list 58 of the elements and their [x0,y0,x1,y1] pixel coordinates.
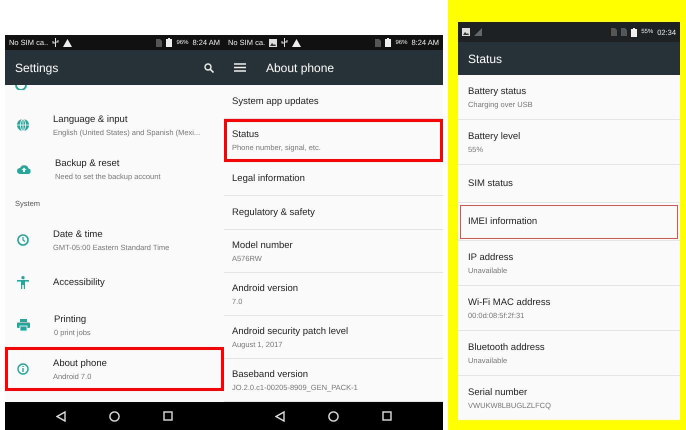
signal-icon [474,28,482,36]
toolbar-title: Settings [15,60,60,74]
menu-icon[interactable] [234,63,246,72]
partial-icon [15,85,27,90]
item-title: Battery status [468,86,528,96]
toolbar-title: About phone [266,60,336,74]
settings-item[interactable]: SIM status [458,165,680,203]
item-title: IMEI information [468,216,538,227]
person-icon [17,276,29,289]
clock-icon [17,234,29,246]
cloud-upload-icon [17,164,31,174]
item-title: Legal information [232,173,305,184]
item-title: Date & time [53,228,104,240]
item-title: Backup & reset [55,158,120,168]
settings-item[interactable]: Legal information [224,162,443,196]
battery-icon [631,28,638,36]
item-title: Serial number [468,386,528,398]
item-title: Baseband version [232,368,310,380]
item-title: Status [232,128,260,140]
item-title: SIM status [468,178,513,189]
warning-icon [63,38,72,46]
sim-icon [156,38,162,46]
item-title: Language & input [53,114,128,124]
item-title: Wi-Fi MAC address [468,296,550,308]
item-title: Android version [232,282,298,294]
image-icon [462,28,470,36]
item-title: Battery level [468,130,520,142]
item-title: Android security patch level [232,326,348,336]
settings-item[interactable]: IMEI information [458,203,680,241]
settings-item[interactable]: System app updates [224,85,443,119]
item-title: Bluetooth address [468,342,545,352]
usb-icon [281,38,288,47]
item-title: Model number [232,240,293,250]
usb-icon [52,38,60,47]
printer-icon [17,319,30,331]
search-icon[interactable] [204,62,214,72]
recents-icon[interactable] [162,411,173,421]
battery-icon [166,38,172,47]
image-icon [269,38,278,46]
item-title: Accessibility [53,277,105,288]
toolbar-title: Status [468,52,504,66]
home-icon[interactable] [328,410,339,422]
item-title: Printing [54,314,88,324]
home-icon[interactable] [108,410,120,422]
item-title: Regulatory & safety [232,207,315,218]
settings-item[interactable]: Regulatory & safety [224,196,443,230]
item-title: About phone [53,358,107,368]
battery-icon [385,38,392,47]
item-title: IP address [468,252,514,262]
settings-item[interactable]: Accessibility [5,262,224,303]
info-icon [17,363,29,375]
globe-icon [17,119,29,131]
back-icon[interactable] [56,410,66,422]
sim-icon [375,38,382,46]
item-title: System app updates [232,96,319,107]
recents-icon[interactable] [382,411,392,421]
back-icon[interactable] [275,410,286,422]
warning-icon [292,38,302,46]
